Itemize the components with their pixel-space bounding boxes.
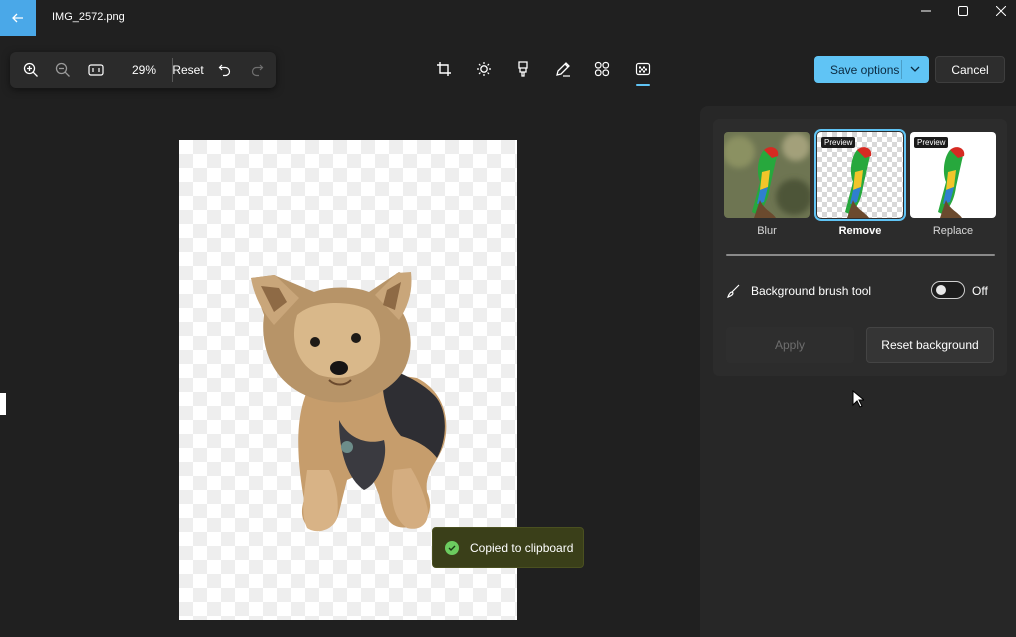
zoom-in-button[interactable] [18,52,44,88]
preview-tag: Preview [914,137,949,148]
cancel-label: Cancel [951,62,989,77]
toggle-knob [936,285,946,295]
minimize-icon [921,10,931,12]
back-button[interactable] [0,0,36,36]
reset-button[interactable]: Reset [172,52,204,88]
maximize-button[interactable] [944,0,982,22]
brightness-icon [477,62,491,76]
fit-to-window-icon [88,64,104,76]
adjust-tool[interactable] [471,58,497,80]
markup-tool[interactable] [550,58,576,80]
background-icon [635,62,651,76]
brush-tool-label: Background brush tool [751,284,872,298]
close-icon [996,6,1006,16]
background-option-remove[interactable]: Preview [814,129,906,221]
zoom-out-icon [55,62,70,77]
option-label-remove: Remove [838,225,882,237]
zoom-in-icon [23,62,38,77]
brush-tool-state: Off [972,284,988,298]
blurred-parrot-thumbnail [724,132,810,218]
toast-message: Copied to clipboard [470,540,574,555]
save-split-divider [901,60,902,79]
preview-tag: Preview [821,137,856,148]
chevron-down-icon[interactable] [909,63,921,75]
arrow-left-icon [12,13,23,23]
option-label-replace: Replace [932,225,974,237]
background-option-blur[interactable] [724,132,810,218]
undo-icon [218,64,231,77]
reset-label: Reset [172,63,204,77]
window-title: IMG_2572.png [52,11,125,23]
active-tool-indicator [636,84,650,86]
retouch-tool[interactable] [510,58,536,80]
cancel-button[interactable]: Cancel [935,56,1005,83]
maximize-icon [958,6,968,16]
crop-tool[interactable] [431,58,457,80]
close-window-button[interactable] [982,0,1016,22]
redo-icon [251,64,264,77]
brush-tool-toggle[interactable] [931,281,965,299]
zoom-out-button[interactable] [50,52,76,88]
check-circle-icon [445,540,459,555]
apply-button[interactable]: Apply [726,327,854,363]
reset-background-button[interactable]: Reset background [866,327,994,363]
filters-tool[interactable] [589,58,615,80]
background-option-replace[interactable]: Preview [910,132,996,218]
zoom-level[interactable]: 29% [124,52,164,88]
undo-button[interactable] [214,52,236,88]
panel-divider [726,254,995,256]
zoom-level-value: 29% [131,63,157,77]
reset-background-label: Reset background [881,338,979,352]
save-options-label: Save options [830,62,900,77]
mouse-cursor-icon [852,390,864,408]
apply-label: Apply [774,338,806,352]
option-label-blur: Blur [757,225,777,237]
redo-button[interactable] [246,52,268,88]
side-drag-handle[interactable] [0,393,6,415]
save-options-button[interactable]: Save options [814,56,929,83]
fit-to-window-button[interactable] [83,52,109,88]
pen-icon [556,62,570,77]
zoom-toolbar: 29% Reset [10,52,276,88]
background-tool[interactable] [630,58,656,80]
minimize-button[interactable] [907,0,945,22]
marker-icon [518,61,528,77]
brush-icon [727,284,740,298]
crop-icon [437,62,451,76]
grid-icon [594,61,610,77]
clipboard-toast: Copied to clipboard [432,527,584,568]
